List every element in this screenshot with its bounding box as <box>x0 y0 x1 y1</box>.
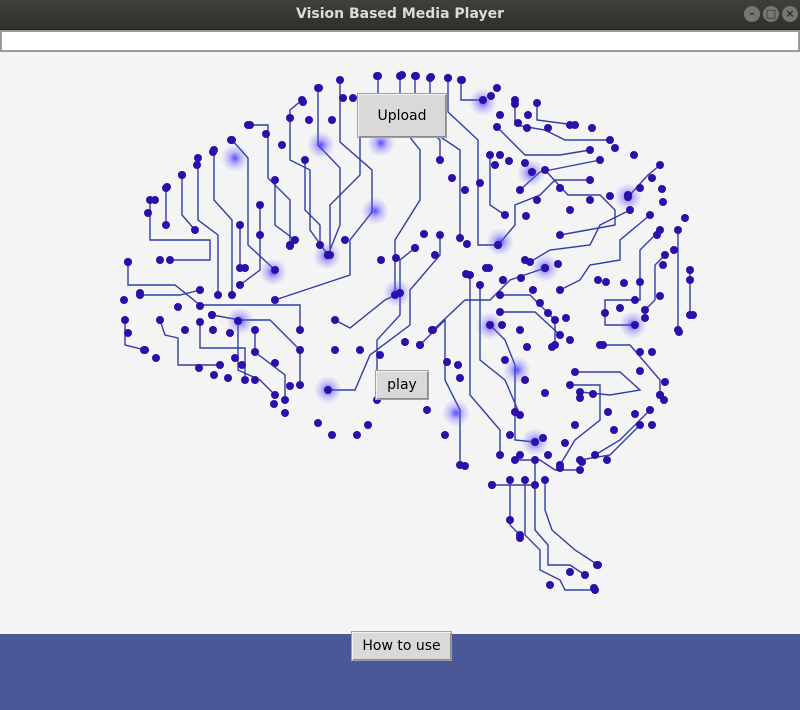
close-icon[interactable]: × <box>782 6 798 22</box>
upload-button[interactable]: Upload <box>357 93 447 138</box>
title-bar: Vision Based Media Player – □ × <box>0 0 800 30</box>
circuit-brain-image <box>120 71 697 594</box>
minimize-icon[interactable]: – <box>744 6 760 22</box>
window-title: Vision Based Media Player <box>296 6 504 22</box>
maximize-icon[interactable]: □ <box>763 6 779 22</box>
text-entry-field[interactable] <box>0 30 800 52</box>
play-button[interactable]: play <box>375 370 429 400</box>
how-to-use-button[interactable]: How to use <box>351 631 452 661</box>
